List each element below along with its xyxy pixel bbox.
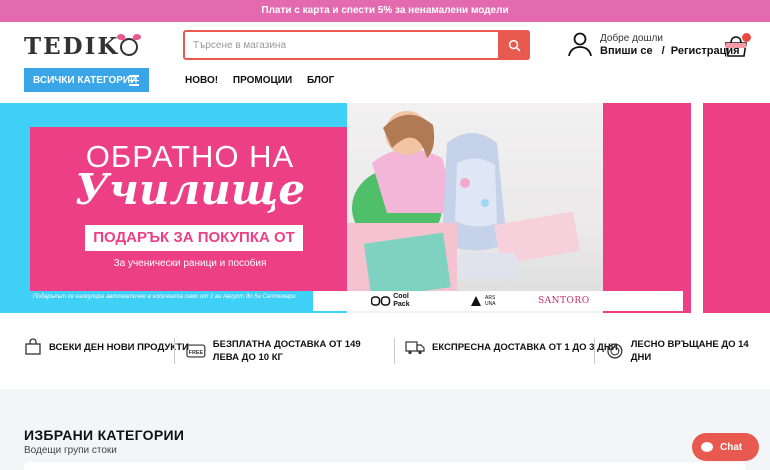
return-icon	[607, 343, 623, 359]
banner-pink-strip	[603, 103, 691, 313]
section-subtitle: Водещи групи стоки	[24, 445, 117, 456]
brand-coolpack-text: Cool Pack	[393, 293, 410, 308]
banner-footnote: Подаръкът се калкулира автоматично в кол…	[33, 294, 296, 300]
nav-item-new[interactable]: НОВО!	[185, 75, 218, 86]
category-card-row	[24, 462, 746, 470]
girl-with-school-supplies-illustration	[347, 111, 603, 313]
bag-icon	[25, 338, 41, 355]
all-categories-label: ВСИЧКИ КАТЕГОРИИ	[33, 74, 138, 86]
site-logo[interactable]: TEDIK	[24, 33, 142, 60]
features-bar: ВСЕКИ ДЕН НОВИ ПРОДУКТИ FREE БЕЗПЛАТНА Д…	[0, 326, 770, 376]
cart-badge	[742, 33, 751, 42]
search-button[interactable]	[498, 30, 530, 60]
search-bar	[183, 30, 530, 60]
banner-next-slide[interactable]	[703, 103, 770, 313]
truck-icon	[405, 341, 425, 355]
hero-banner[interactable]: ОБРАТНО НА Училище ПОДАРЪК ЗА ПОКУПКА ОТ…	[0, 103, 770, 313]
nav-item-promotions[interactable]: ПРОМОЦИИ	[233, 75, 292, 86]
search-input[interactable]	[185, 32, 495, 58]
banner-gift-text: ПОДАРЪК ЗА ПОКУПКА ОТ 149ЛВ	[85, 225, 303, 272]
nav-item-blog[interactable]: БЛОГ	[307, 75, 334, 86]
brand-santoro: SANTORO	[538, 296, 590, 306]
all-categories-button[interactable]: ВСИЧКИ КАТЕГОРИИ	[24, 68, 149, 92]
feature-new-products-text: ВСЕКИ ДЕН НОВИ ПРОДУКТИ	[49, 341, 189, 353]
login-link[interactable]: Впиши се	[600, 45, 653, 57]
logo-text: TEDIK	[24, 33, 120, 60]
cart-button[interactable]	[723, 33, 751, 61]
feature-free-delivery-text: БЕЗПЛАТНА ДОСТАВКА ОТ 149 ЛЕВА ДО 10 КГ	[212, 339, 361, 363]
brand-arsuna: ARS UNA	[470, 295, 501, 307]
account-links: Впиши се / Регистрация	[600, 45, 740, 57]
account-separator: /	[661, 45, 665, 57]
banner-photo	[347, 103, 603, 313]
banner-brand-strip: Cool Pack ARS UNA SANTORO	[313, 291, 683, 311]
menu-icon	[129, 75, 139, 89]
banner-title-line2: Училище	[74, 165, 306, 214]
svg-text:FREE: FREE	[189, 350, 204, 356]
banner-divider	[691, 103, 703, 313]
main-nav: НОВО! ПРОМОЦИИ БЛОГ	[185, 75, 346, 86]
free-tag-icon: FREE	[186, 344, 206, 358]
chat-label: Chat	[720, 441, 743, 453]
feature-express-delivery: ЕКСПРЕСНА ДОСТАВКА ОТ 1 ДО 3 ДНИ	[405, 338, 618, 356]
feature-divider	[394, 338, 395, 364]
brand-arsuna-text: ARS UNA	[485, 295, 496, 307]
section-title: ИЗБРАНИ КАТЕГОРИИ	[24, 427, 185, 443]
feature-divider	[174, 338, 175, 364]
chat-bubble-icon	[701, 442, 713, 452]
feature-express-delivery-text: ЕКСПРЕСНА ДОСТАВКА ОТ 1 ДО 3 ДНИ	[432, 341, 618, 353]
brand-coolpack: Cool Pack	[370, 293, 421, 309]
feature-new-products: ВСЕКИ ДЕН НОВИ ПРОДУКТИ	[24, 338, 189, 356]
feature-easy-return-text: ЛЕСНО ВРЪЩАНЕ ДО 14 ДНИ	[630, 339, 749, 363]
logo-bow-icon	[117, 34, 142, 56]
user-icon[interactable]	[567, 31, 593, 57]
promo-text: Плати с карта и спести 5% за ненамалени …	[261, 5, 509, 16]
feature-free-delivery: FREE БЕЗПЛАТНА ДОСТАВКА ОТ 149 ЛЕВА ДО 1…	[186, 338, 386, 364]
featured-categories-section: ИЗБРАНИ КАТЕГОРИИ Водещи групи стоки	[0, 389, 770, 470]
feature-divider	[594, 338, 595, 364]
search-icon	[508, 39, 520, 51]
chat-button[interactable]: Chat	[692, 433, 759, 461]
arsuna-logo-icon	[471, 296, 481, 306]
feature-easy-return: ЛЕСНО ВРЪЩАНЕ ДО 14 ДНИ	[606, 338, 770, 364]
banner-subtitle: За ученически раници и пособия	[113, 258, 267, 269]
welcome-text: Добре дошли	[600, 33, 663, 44]
promo-topbar: Плати с карта и спести 5% за ненамалени …	[0, 0, 770, 22]
coolpack-logo-icon	[370, 296, 391, 306]
